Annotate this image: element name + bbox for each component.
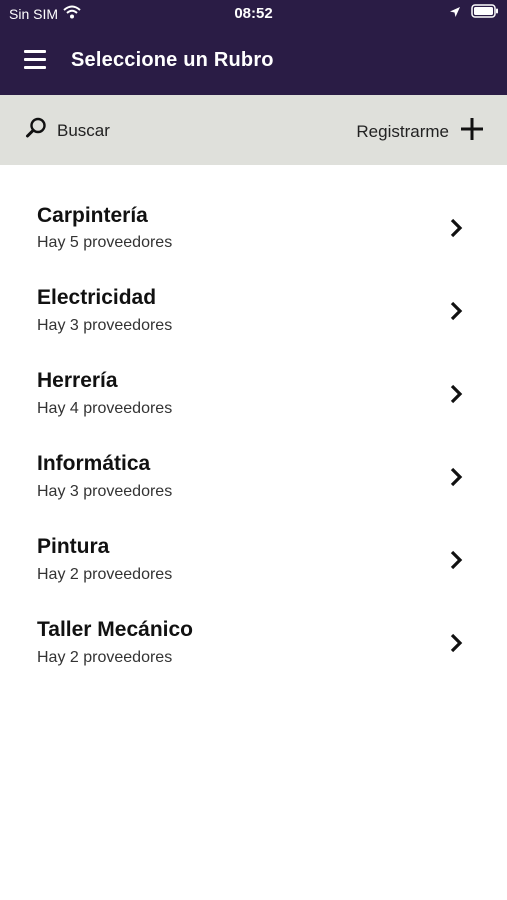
location-arrow-icon xyxy=(449,5,461,23)
plus-icon xyxy=(459,116,485,147)
register-button[interactable]: Registrarme xyxy=(356,116,485,147)
app-bar: Seleccione un Rubro xyxy=(0,26,507,95)
register-label: Registrarme xyxy=(356,121,449,141)
toolbar: Buscar Registrarme xyxy=(0,95,507,165)
chevron-right-icon xyxy=(450,550,463,570)
chevron-right-icon xyxy=(450,384,463,404)
chevron-right-icon xyxy=(450,301,463,321)
search-label: Buscar xyxy=(57,120,110,140)
chevron-right-icon xyxy=(450,467,463,487)
category-item-electricidad[interactable]: Electricidad Hay 3 proveedores xyxy=(0,248,507,334)
category-item-informatica[interactable]: Informática Hay 3 proveedores xyxy=(0,414,507,500)
status-bar: Sin SIM 08:52 xyxy=(0,0,507,26)
status-bar-time: 08:52 xyxy=(234,5,273,22)
category-name: Herrería xyxy=(37,369,118,392)
category-item-pintura[interactable]: Pintura Hay 2 proveedores xyxy=(0,497,507,583)
chevron-right-icon xyxy=(450,633,463,653)
hamburger-menu-icon[interactable] xyxy=(24,50,48,70)
battery-icon xyxy=(471,4,499,23)
category-item-carpinteria[interactable]: Carpintería Hay 5 proveedores xyxy=(0,165,507,251)
category-name: Carpintería xyxy=(37,204,148,227)
category-item-taller-mecanico[interactable]: Taller Mecánico Hay 2 proveedores xyxy=(0,580,507,666)
category-provider-count: Hay 2 proveedores xyxy=(37,649,173,666)
page-title: Seleccione un Rubro xyxy=(71,49,274,71)
category-name: Electricidad xyxy=(37,286,157,309)
search-button[interactable]: Buscar xyxy=(25,117,110,144)
category-name: Pintura xyxy=(37,535,110,558)
category-name: Taller Mecánico xyxy=(37,618,194,641)
category-name: Informática xyxy=(37,452,151,475)
category-item-herreria[interactable]: Herrería Hay 4 proveedores xyxy=(0,331,507,417)
category-list: Carpintería Hay 5 proveedores Electricid… xyxy=(0,165,507,666)
search-icon xyxy=(25,117,47,144)
status-bar-right xyxy=(449,4,499,23)
chevron-right-icon xyxy=(450,218,463,238)
